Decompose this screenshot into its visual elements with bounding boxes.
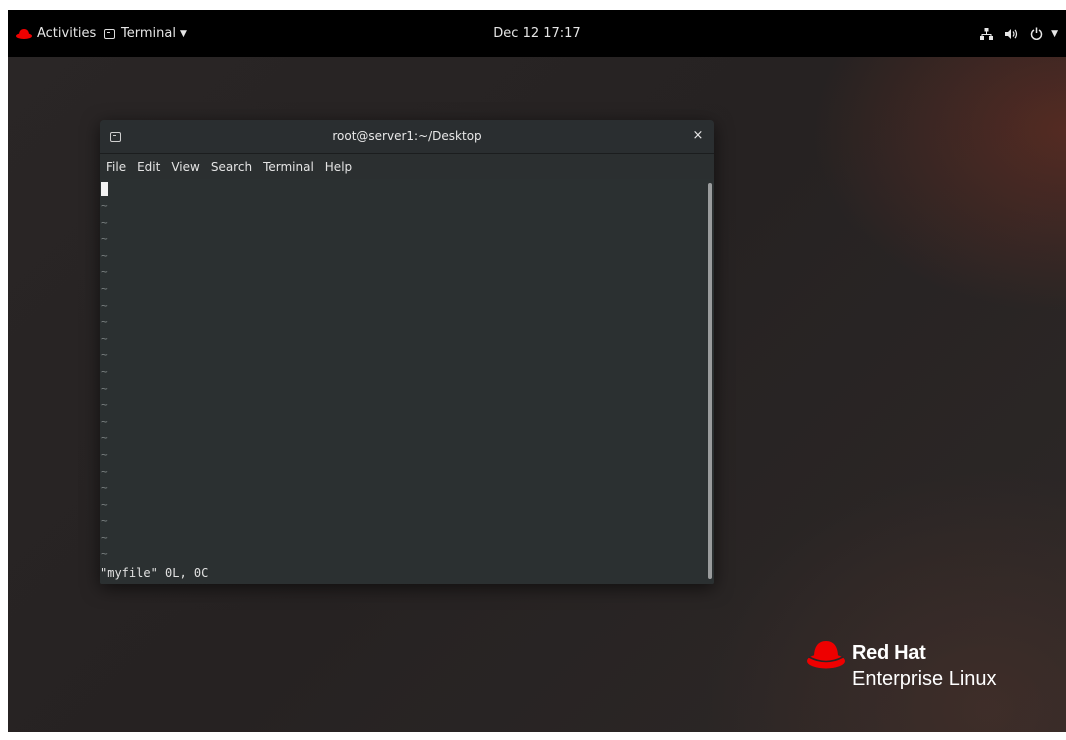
menu-view[interactable]: View xyxy=(171,160,199,174)
redhat-brand: Red Hat Enterprise Linux xyxy=(806,638,1026,698)
menu-file[interactable]: File xyxy=(106,160,126,174)
red-hat-logo-icon xyxy=(807,641,845,669)
vim-status-line: "myfile" 0L, 0C xyxy=(100,566,209,580)
clock[interactable]: Dec 12 17:17 xyxy=(493,26,580,41)
tilde-line: ~ xyxy=(101,232,108,246)
menu-search[interactable]: Search xyxy=(211,160,252,174)
tilde-line: ~ xyxy=(101,481,108,495)
text-cursor xyxy=(101,182,108,196)
tilde-line: ~ xyxy=(101,547,108,561)
volume-icon xyxy=(1005,28,1018,39)
tilde-line: ~ xyxy=(101,315,108,329)
menu-help[interactable]: Help xyxy=(325,160,352,174)
desktop: Activities Terminal ▼ Dec 12 17:17 ▼ roo… xyxy=(8,10,1066,732)
tilde-line: ~ xyxy=(101,497,108,511)
tilde-line: ~ xyxy=(101,431,108,445)
chevron-down-icon: ▼ xyxy=(179,28,187,39)
tilde-line: ~ xyxy=(101,265,108,279)
tilde-line: ~ xyxy=(101,215,108,229)
tilde-line: ~ xyxy=(101,364,108,378)
tilde-line: ~ xyxy=(101,530,108,544)
terminal-menubar: File Edit View Search Terminal Help xyxy=(100,154,714,179)
tilde-line: ~ xyxy=(101,248,108,262)
menu-terminal[interactable]: Terminal xyxy=(263,160,314,174)
network-icon xyxy=(980,27,994,40)
window-title: root@server1:~/Desktop xyxy=(332,129,482,143)
activities-label: Activities xyxy=(37,26,97,41)
close-button[interactable]: × xyxy=(690,128,706,144)
menu-edit[interactable]: Edit xyxy=(137,160,160,174)
empty-line-markers: ~ ~ ~ ~ ~ ~ ~ ~ ~ ~ ~ ~ ~ ~ ~ ~ ~ ~ ~ ~ ~ ~ xyxy=(101,198,108,563)
tilde-line: ~ xyxy=(101,298,108,312)
tilde-line: ~ xyxy=(101,348,108,362)
brand-name: Red Hat xyxy=(852,642,926,664)
top-bar: Activities Terminal ▼ Dec 12 17:17 ▼ xyxy=(8,10,1066,57)
brand-product: Enterprise Linux xyxy=(852,668,997,690)
tilde-line: ~ xyxy=(101,514,108,528)
scrollbar[interactable] xyxy=(708,183,712,579)
app-menu-label: Terminal xyxy=(121,26,176,41)
tilde-line: ~ xyxy=(101,281,108,295)
tilde-line: ~ xyxy=(101,199,108,212)
tilde-line: ~ xyxy=(101,398,108,412)
tilde-line: ~ xyxy=(101,464,108,478)
terminal-window[interactable]: root@server1:~/Desktop × File Edit View … xyxy=(100,120,714,584)
system-status-menu[interactable]: ▼ xyxy=(980,10,1058,57)
tilde-line: ~ xyxy=(101,331,108,345)
activities-button[interactable]: Activities xyxy=(16,10,96,57)
tilde-line: ~ xyxy=(101,381,108,395)
red-hat-icon xyxy=(16,28,32,39)
terminal-icon xyxy=(104,28,115,39)
terminal-content[interactable]: ~ ~ ~ ~ ~ ~ ~ ~ ~ ~ ~ ~ ~ ~ ~ ~ ~ ~ ~ ~ ~ ~ "myfile" 0L, 0C xyxy=(100,179,714,584)
tilde-line: ~ xyxy=(101,447,108,461)
power-icon xyxy=(1030,27,1043,40)
window-titlebar[interactable]: root@server1:~/Desktop × xyxy=(100,120,714,154)
app-menu-terminal[interactable]: Terminal ▼ xyxy=(104,10,187,57)
chevron-down-icon: ▼ xyxy=(1051,28,1058,39)
tilde-line: ~ xyxy=(101,414,108,428)
